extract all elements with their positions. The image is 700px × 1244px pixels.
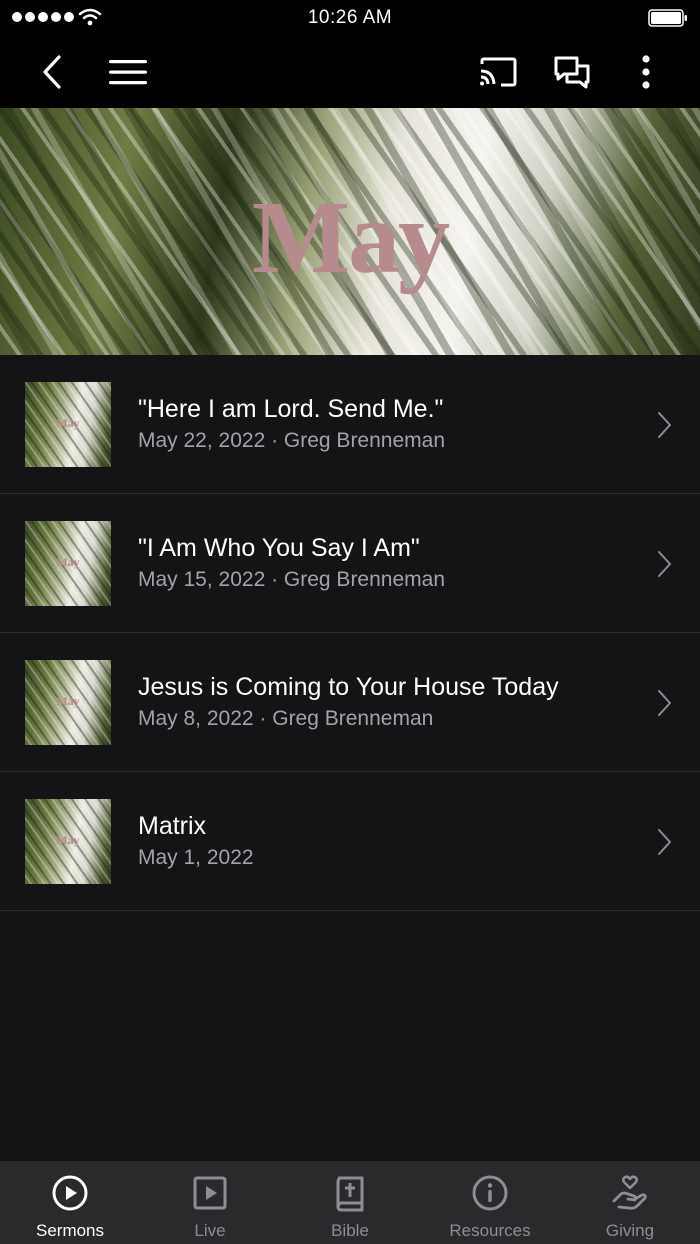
sermon-thumbnail: May bbox=[25, 799, 111, 884]
tab-label: Sermons bbox=[35, 1221, 105, 1240]
sermon-title: "Here I am Lord. Send Me." bbox=[138, 395, 444, 423]
tab-bar: Sermons Live Bible Resources Giving bbox=[0, 1161, 700, 1244]
banner-title: May bbox=[251, 180, 450, 295]
sermon-subtitle: May 15, 2022 · Greg Brenneman bbox=[138, 568, 446, 591]
play-circle-icon bbox=[52, 1175, 88, 1211]
sermon-title: Matrix bbox=[138, 812, 207, 840]
chat-button[interactable] bbox=[544, 36, 600, 108]
menu-button[interactable] bbox=[100, 36, 156, 108]
nav-bar bbox=[0, 36, 700, 108]
sermon-subtitle: May 22, 2022 · Greg Brenneman bbox=[138, 429, 446, 452]
back-button[interactable] bbox=[24, 36, 80, 108]
thumbnail-text: May bbox=[56, 416, 80, 430]
heart-hand-icon bbox=[612, 1175, 647, 1210]
chevron-left-icon bbox=[43, 55, 61, 89]
status-bar: 10:26 AM bbox=[0, 0, 700, 36]
sermon-thumbnail: May bbox=[25, 660, 111, 745]
sermon-list-item[interactable]: May Jesus is Coming to Your House Today … bbox=[0, 633, 700, 772]
info-circle-icon bbox=[472, 1175, 508, 1211]
series-banner: May bbox=[0, 108, 700, 355]
chevron-right-icon bbox=[658, 829, 671, 855]
sermon-title: "I Am Who You Say I Am" bbox=[138, 534, 420, 562]
battery-icon bbox=[648, 9, 687, 27]
chevron-right-icon bbox=[658, 551, 671, 577]
sermon-thumbnail: May bbox=[25, 521, 111, 606]
status-time: 10:26 AM bbox=[307, 7, 393, 28]
chat-bubbles-icon bbox=[554, 56, 590, 89]
hamburger-menu-icon bbox=[109, 60, 147, 85]
bible-icon bbox=[336, 1176, 364, 1212]
tab-label: Giving bbox=[605, 1221, 655, 1240]
thumbnail-text: May bbox=[56, 694, 80, 708]
thumbnail-text: May bbox=[56, 833, 80, 847]
tab-sermons[interactable]: Sermons bbox=[0, 1161, 140, 1244]
thumbnail-text: May bbox=[56, 555, 80, 569]
tab-resources[interactable]: Resources bbox=[420, 1161, 560, 1244]
chevron-right-icon bbox=[658, 690, 671, 716]
cast-button[interactable] bbox=[470, 36, 526, 108]
tab-label: Live bbox=[194, 1221, 226, 1240]
sermon-subtitle: May 1, 2022 bbox=[138, 846, 254, 869]
sermon-thumbnail: May bbox=[25, 382, 111, 467]
sermon-subtitle: May 8, 2022 · Greg Brenneman bbox=[138, 707, 434, 730]
sermon-list-item[interactable]: May "I Am Who You Say I Am" May 15, 2022… bbox=[0, 494, 700, 633]
tab-label: Bible bbox=[331, 1221, 369, 1240]
tab-live[interactable]: Live bbox=[140, 1161, 280, 1244]
sermon-list-item[interactable]: May "Here I am Lord. Send Me." May 22, 2… bbox=[0, 355, 700, 494]
play-square-icon bbox=[193, 1176, 227, 1210]
more-vertical-icon bbox=[642, 55, 650, 89]
sermon-list: May "Here I am Lord. Send Me." May 22, 2… bbox=[0, 355, 700, 911]
more-options-button[interactable] bbox=[618, 36, 674, 108]
cast-icon bbox=[480, 57, 517, 87]
sermon-list-item[interactable]: May Matrix May 1, 2022 bbox=[0, 772, 700, 911]
sermon-title: Jesus is Coming to Your House Today bbox=[138, 673, 559, 701]
tab-giving[interactable]: Giving bbox=[560, 1161, 700, 1244]
chevron-right-icon bbox=[658, 412, 671, 438]
tab-bible[interactable]: Bible bbox=[280, 1161, 420, 1244]
tab-label: Resources bbox=[449, 1221, 531, 1240]
